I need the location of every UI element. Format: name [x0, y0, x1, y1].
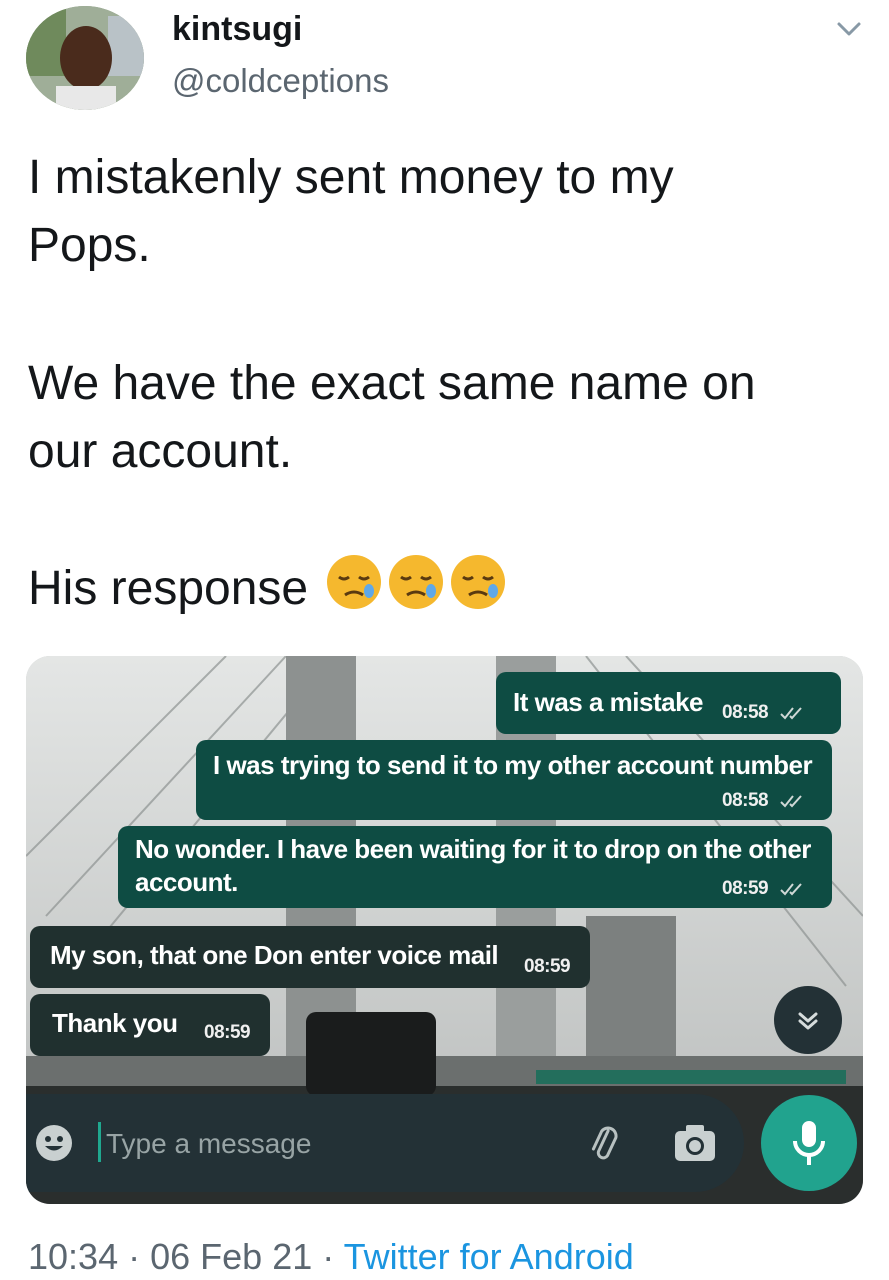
- chat-message-outgoing[interactable]: I was trying to send it to my other acco…: [196, 740, 832, 820]
- chevron-down-icon[interactable]: [834, 14, 864, 44]
- sleepy-face-emoji-icon: [325, 553, 383, 630]
- display-name[interactable]: kintsugi: [172, 10, 302, 49]
- message-input-bar[interactable]: Type a message: [26, 1094, 744, 1192]
- scroll-to-bottom-button[interactable]: [774, 986, 842, 1054]
- message-text: It was a mistake: [513, 687, 704, 717]
- microphone-icon: [793, 1121, 825, 1165]
- message-text: I was trying to send it to my other acco…: [213, 750, 813, 780]
- tweet-text-response: His response: [28, 562, 309, 616]
- emoji-icon[interactable]: [34, 1123, 74, 1163]
- tweet-text-line: Pops.: [28, 219, 151, 272]
- text-cursor: [98, 1122, 101, 1162]
- chat-message-incoming[interactable]: Thank you 08:59: [30, 994, 270, 1056]
- tweet-meta: 10:34 · 06 Feb 21 · Twitter for Android: [28, 1236, 634, 1278]
- message-text: Thank you: [52, 1008, 178, 1038]
- double-check-icon: [780, 795, 802, 808]
- double-check-icon: [780, 707, 802, 720]
- message-time: 08:58: [722, 790, 805, 812]
- tweet-time: 10:34: [28, 1236, 119, 1277]
- chat-message-outgoing[interactable]: No wonder. I have been waiting for it to…: [118, 826, 832, 908]
- message-time-text: 08:59: [722, 878, 769, 899]
- tweet-text-line: His response: [28, 553, 858, 630]
- double-chevron-down-icon: [798, 1012, 818, 1030]
- message-time: 08:58: [722, 702, 805, 724]
- separator: ·: [322, 1236, 335, 1277]
- message-input-placeholder[interactable]: Type a message: [106, 1128, 311, 1160]
- double-check-icon: [780, 883, 802, 896]
- sleepy-face-emoji-icon: [449, 553, 507, 630]
- message-text: account.: [135, 867, 238, 897]
- message-time-text: 08:58: [722, 702, 769, 723]
- message-time-text: 08:58: [722, 790, 769, 811]
- tweet-media-image[interactable]: It was a mistake 08:58 I was trying to s…: [26, 656, 863, 1204]
- avatar[interactable]: [26, 6, 144, 110]
- message-text: My son, that one Don enter voice mail: [50, 940, 499, 970]
- voice-record-button[interactable]: [761, 1095, 857, 1191]
- message-time: 08:59: [204, 1022, 251, 1043]
- sleepy-face-emoji-icon: [387, 553, 445, 630]
- chat-message-outgoing[interactable]: It was a mistake 08:58: [496, 672, 841, 734]
- message-time: 08:59: [722, 878, 805, 900]
- separator: ·: [128, 1236, 141, 1277]
- chat-message-incoming[interactable]: My son, that one Don enter voice mail 08…: [30, 926, 590, 988]
- paperclip-icon[interactable]: [582, 1121, 626, 1165]
- message-text: No wonder. I have been waiting for it to…: [135, 834, 811, 864]
- camera-icon[interactable]: [672, 1121, 718, 1165]
- user-handle[interactable]: @coldceptions: [172, 62, 389, 100]
- tweet-text-line: our account.: [28, 425, 293, 478]
- tweet-source-link[interactable]: Twitter for Android: [344, 1236, 634, 1277]
- tweet-date: 06 Feb 21: [150, 1236, 313, 1277]
- message-time: 08:59: [524, 956, 571, 977]
- tweet-text-line: I mistakenly sent money to my: [28, 151, 674, 204]
- tweet-text-line: We have the exact same name on: [28, 357, 756, 410]
